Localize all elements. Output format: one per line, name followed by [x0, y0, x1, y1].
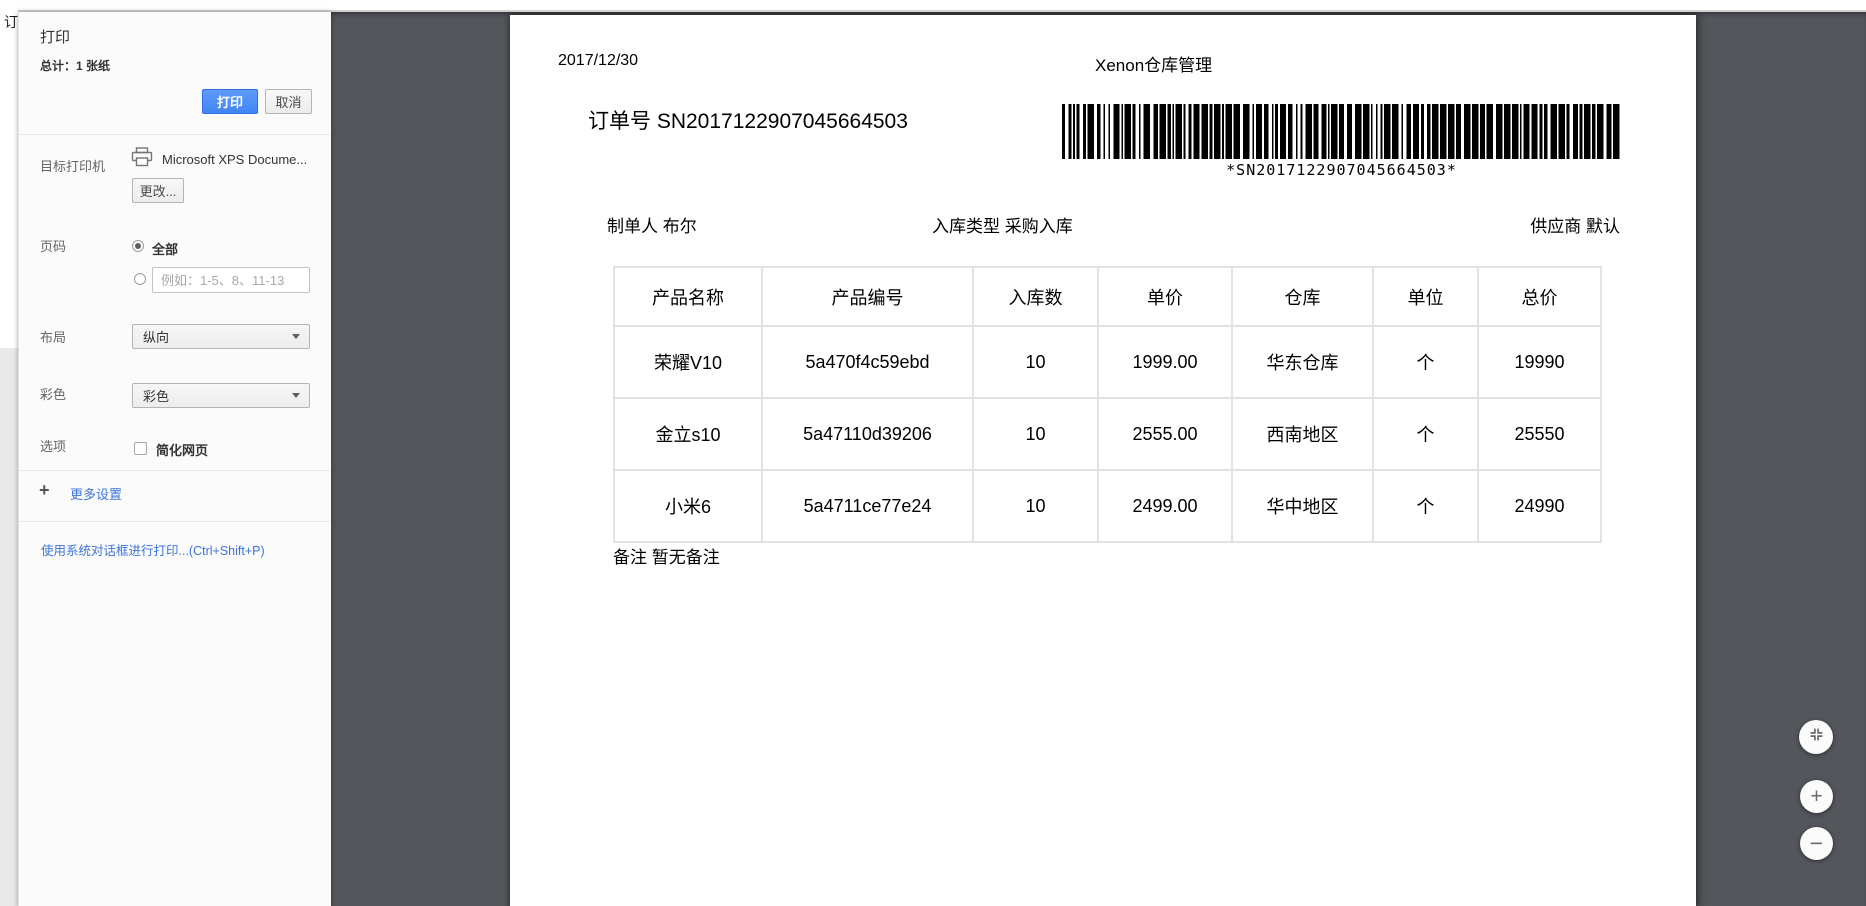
barcode-image — [1062, 104, 1621, 159]
cancel-button[interactable]: 取消 — [265, 89, 312, 114]
separator — [19, 521, 331, 522]
system-print-dialog-link[interactable]: 使用系统对话框进行打印...(Ctrl+Shift+P) — [41, 540, 265, 559]
table-row: 金立s105a47110d39206102555.00西南地区个25550 — [614, 398, 1601, 470]
meta-supplier: 供应商 默认 — [1530, 212, 1620, 237]
color-select[interactable]: 彩色 — [132, 383, 310, 408]
table-header-cell: 单位 — [1373, 267, 1478, 326]
destination-row: Microsoft XPS Docume... — [131, 147, 307, 172]
table-cell: 个 — [1373, 398, 1478, 470]
table-cell: 5a47110d39206 — [762, 398, 973, 470]
table-header-cell: 产品名称 — [614, 267, 762, 326]
minus-icon: − — [1810, 830, 1823, 857]
underlying-page-text: 订 — [4, 12, 18, 32]
screen: 订 打印 总计：1 张纸 打印 取消 目标打印机 Microsoft XPS D… — [0, 0, 1866, 906]
table-cell: 10 — [973, 398, 1098, 470]
simplify-page-checkbox[interactable] — [134, 442, 147, 455]
change-printer-button[interactable]: 更改... — [132, 178, 184, 203]
print-preview-area: 2017/12/30 Xenon仓库管理 订单号 SN2017122907045… — [331, 12, 1866, 906]
pages-all-radio[interactable] — [132, 240, 144, 252]
table-row: 荣耀V105a470f4c59ebd101999.00华东仓库个19990 — [614, 326, 1601, 398]
items-table-header: 产品名称产品编号入库数单价仓库单位总价 — [614, 267, 1601, 326]
table-header-cell: 总价 — [1478, 267, 1601, 326]
meta-stock-in-type: 入库类型 采购入库 — [932, 212, 1073, 237]
document-date: 2017/12/30 — [558, 52, 638, 70]
table-cell: 金立s10 — [614, 398, 762, 470]
table-cell: 西南地区 — [1232, 398, 1373, 470]
table-cell: 10 — [973, 326, 1098, 398]
table-cell: 10 — [973, 470, 1098, 542]
total-sheets-label: 总计：1 张纸 — [40, 57, 110, 74]
meta-creator: 制单人 布尔 — [607, 212, 697, 237]
options-label: 选项 — [40, 436, 66, 455]
separator — [19, 470, 331, 471]
preview-page: 2017/12/30 Xenon仓库管理 订单号 SN2017122907045… — [510, 15, 1696, 906]
table-cell: 24990 — [1478, 470, 1601, 542]
table-cell: 华东仓库 — [1232, 326, 1373, 398]
destination-printer-name: Microsoft XPS Docume... — [162, 152, 307, 167]
more-settings-link[interactable]: 更多设置 — [70, 484, 122, 503]
barcode: *SN2017122907045664503* — [1062, 104, 1621, 179]
plus-icon: + — [39, 480, 50, 501]
fit-to-page-button[interactable] — [1799, 720, 1833, 754]
table-header-cell: 产品编号 — [762, 267, 973, 326]
table-cell: 25550 — [1478, 398, 1601, 470]
table-header-cell: 单价 — [1098, 267, 1232, 326]
barcode-label: *SN2017122907045664503* — [1062, 161, 1621, 179]
table-cell: 1999.00 — [1098, 326, 1232, 398]
printer-icon — [131, 147, 153, 172]
print-button[interactable]: 打印 — [202, 89, 258, 114]
fit-to-page-icon — [1809, 727, 1824, 747]
table-cell: 小米6 — [614, 470, 762, 542]
table-header-cell: 入库数 — [973, 267, 1098, 326]
table-cell: 华中地区 — [1232, 470, 1373, 542]
layout-select[interactable]: 纵向 — [132, 324, 310, 349]
table-cell: 个 — [1373, 470, 1478, 542]
table-header-cell: 仓库 — [1232, 267, 1373, 326]
plus-icon: + — [1810, 785, 1822, 809]
order-number-line: 订单号 SN2017122907045664503 — [588, 105, 908, 135]
table-cell: 个 — [1373, 326, 1478, 398]
items-table-body: 荣耀V105a470f4c59ebd101999.00华东仓库个19990金立s… — [614, 326, 1601, 542]
zoom-out-button[interactable]: − — [1800, 827, 1833, 860]
simplify-page-label: 简化网页 — [156, 440, 208, 459]
print-dialog-title: 打印 — [40, 26, 70, 47]
table-cell: 荣耀V10 — [614, 326, 762, 398]
separator — [19, 134, 331, 135]
destination-label: 目标打印机 — [40, 156, 105, 175]
color-select-value: 彩色 — [143, 386, 169, 405]
underlying-page-background — [0, 348, 18, 906]
pages-all-label: 全部 — [152, 239, 178, 258]
layout-label: 布局 — [40, 327, 66, 346]
items-table: 产品名称产品编号入库数单价仓库单位总价 荣耀V105a470f4c59ebd10… — [613, 266, 1602, 543]
table-cell: 2555.00 — [1098, 398, 1232, 470]
pages-range-input[interactable] — [152, 267, 310, 293]
zoom-in-button[interactable]: + — [1800, 780, 1833, 813]
chevron-down-icon — [292, 334, 300, 339]
pages-range-radio[interactable] — [134, 273, 146, 285]
color-label: 彩色 — [40, 384, 66, 403]
layout-select-value: 纵向 — [143, 327, 169, 346]
table-cell: 5a470f4c59ebd — [762, 326, 973, 398]
remark-line: 备注 暂无备注 — [613, 543, 720, 568]
table-cell: 5a4711ce77e24 — [762, 470, 973, 542]
document-app-title: Xenon仓库管理 — [1095, 51, 1212, 76]
print-dialog-panel: 打印 总计：1 张纸 打印 取消 目标打印机 Microsoft XPS Doc… — [18, 12, 331, 906]
table-cell: 2499.00 — [1098, 470, 1232, 542]
pages-label: 页码 — [40, 236, 66, 255]
table-cell: 19990 — [1478, 326, 1601, 398]
chevron-down-icon — [292, 393, 300, 398]
table-row: 小米65a4711ce77e24102499.00华中地区个24990 — [614, 470, 1601, 542]
print-preview-overlay: 打印 总计：1 张纸 打印 取消 目标打印机 Microsoft XPS Doc… — [18, 10, 1866, 906]
